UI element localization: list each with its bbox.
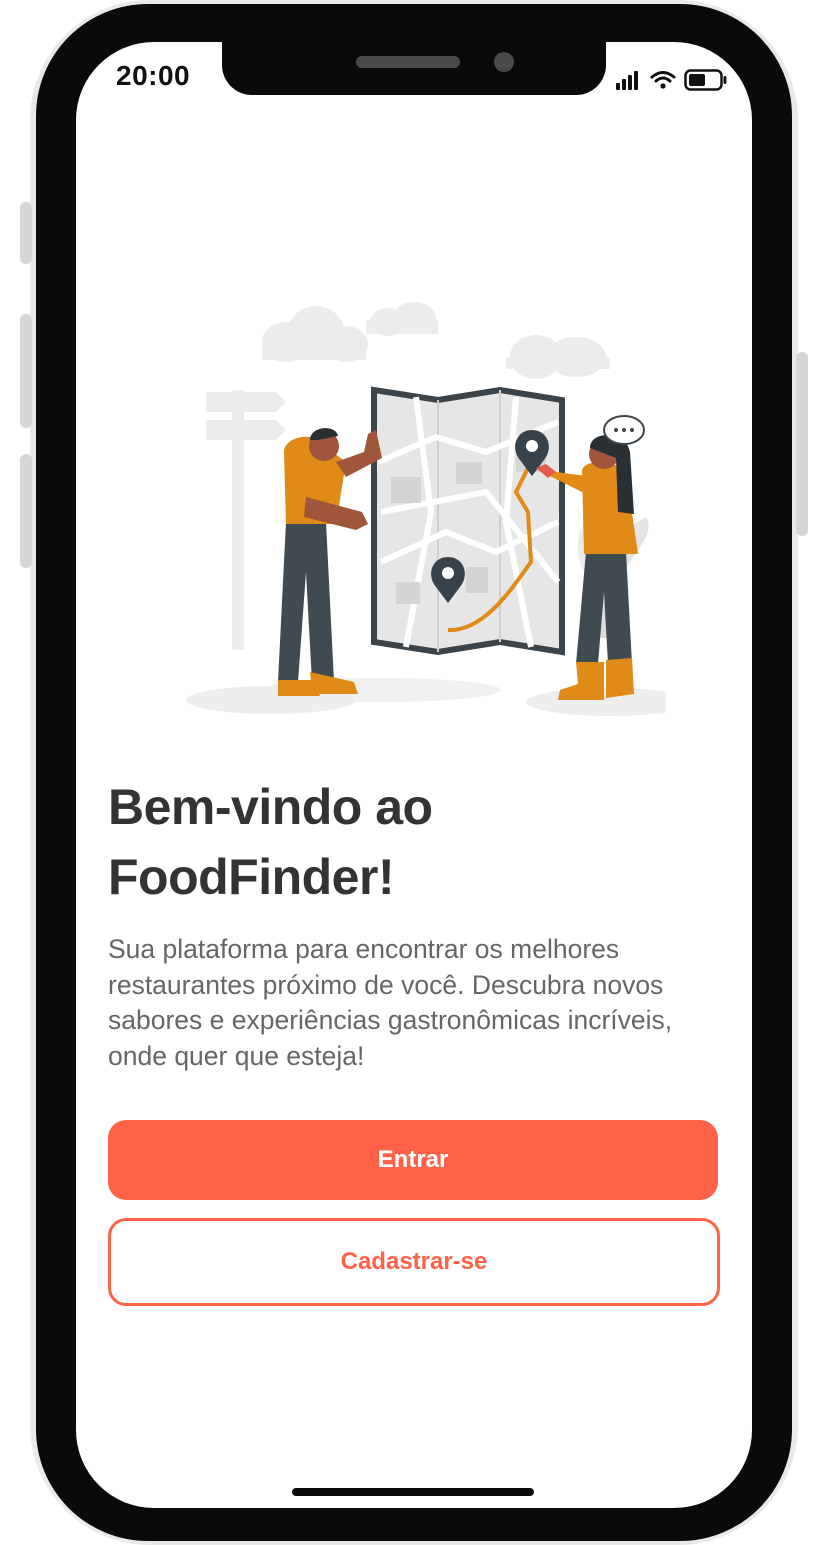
login-button-label: Entrar [377, 1146, 449, 1173]
login-button[interactable]: Entrar [108, 1120, 718, 1200]
app-screen: 20:00 Bem-vindo ao FoodFinder! Sua plata… [76, 42, 752, 1508]
status-time: 20:00 [116, 60, 191, 91]
status-icons [616, 66, 728, 94]
notch [222, 42, 606, 95]
cloud-icon [262, 302, 610, 379]
signup-button-label: Cadastrar-se [340, 1248, 488, 1275]
signal-icon [616, 71, 638, 90]
front-camera [494, 52, 514, 72]
volume-down-button [20, 454, 32, 568]
welcome-title-line1: Bem-vindo ao [108, 779, 433, 835]
speaker [356, 56, 460, 68]
map-illustration [186, 302, 666, 716]
mute-switch [20, 202, 32, 264]
welcome-subtitle: Sua plataforma para encontrar os melhore… [108, 934, 673, 1071]
volume-up-button [20, 314, 32, 428]
power-button [796, 352, 808, 536]
home-indicator[interactable] [292, 1488, 534, 1496]
signup-button[interactable]: Cadastrar-se [108, 1218, 720, 1306]
map-icon [371, 386, 565, 656]
welcome-title: Bem-vindo ao FoodFinder! [108, 772, 718, 912]
welcome-title-line2: FoodFinder! [108, 849, 395, 905]
man-figure [278, 428, 382, 696]
wifi-icon [650, 71, 676, 89]
battery-icon [684, 69, 727, 91]
speech-bubble-icon [603, 415, 645, 445]
